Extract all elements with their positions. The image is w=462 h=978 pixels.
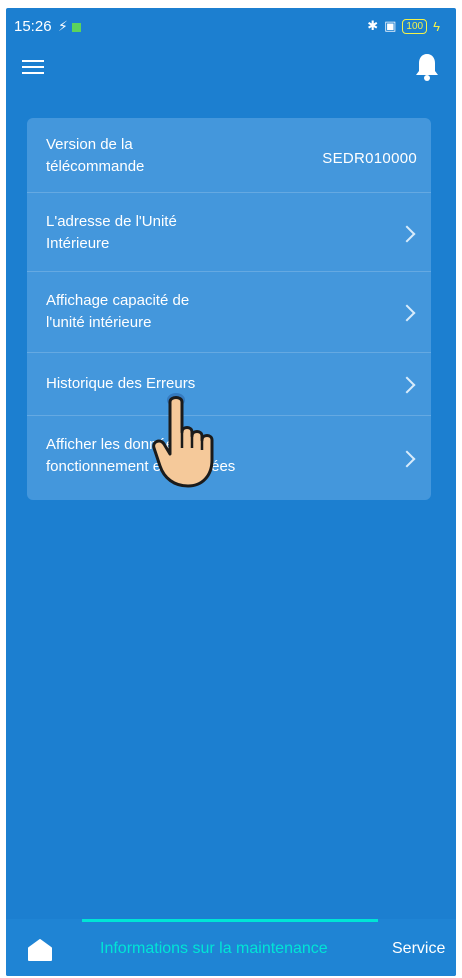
chevron-right-icon <box>398 376 416 394</box>
app-screen: 15:26 ⚡ ✱ ▣ 100 ϟ Version de la télécomm… <box>6 8 456 976</box>
list-item-operating-data[interactable]: Afficher les données de fonctionnement e… <box>27 416 431 500</box>
list-item-error-history[interactable]: Historique des Erreurs <box>27 353 431 415</box>
list-item-label: Affichage capacité de <box>46 292 190 309</box>
chevron-right-icon <box>398 450 416 468</box>
notification-icons: ⚡ <box>58 18 81 35</box>
list-item-label-line2: télécommande <box>46 158 145 175</box>
maintenance-info-list: Version de la télécommande SEDR010000 L'… <box>27 118 431 500</box>
list-item-label: L'adresse de l'Unité <box>46 213 177 230</box>
tab-maintenance-info[interactable]: Informations sur la maintenance <box>82 919 378 976</box>
list-item-label-line2: Intérieure <box>46 235 110 252</box>
list-item-label: Version de la <box>46 136 133 153</box>
app-header <box>6 42 456 92</box>
tab-service[interactable]: Service <box>392 940 445 958</box>
charging-icon: ϟ <box>433 18 440 34</box>
notification-badge-icon <box>71 22 81 32</box>
list-item-indoor-unit-address[interactable]: L'adresse de l'Unité Intérieure <box>27 193 431 271</box>
menu-icon[interactable] <box>22 60 44 76</box>
remote-version-value: SEDR010000 <box>322 150 417 167</box>
list-item-label: Historique des Erreurs <box>46 375 196 392</box>
list-item-indoor-unit-capacity[interactable]: Affichage capacité de l'unité intérieure <box>27 272 431 352</box>
list-item-remote-version: Version de la télécommande SEDR010000 <box>27 118 431 192</box>
bottom-navigation: Informations sur la maintenance Service <box>6 919 456 976</box>
chevron-right-icon <box>398 304 416 322</box>
list-item-label-line2: fonctionnement enregistrées <box>46 458 236 475</box>
list-item-label-line2: l'unité intérieure <box>46 314 152 331</box>
home-icon[interactable] <box>28 939 52 961</box>
bell-icon[interactable] <box>414 52 440 82</box>
battery-icon: 100 <box>402 18 428 34</box>
status-bar: 15:26 ⚡ ✱ ▣ 100 ϟ <box>6 8 456 42</box>
tab-label: Informations sur la maintenance <box>100 940 328 957</box>
sim-icon: ▣ <box>384 18 397 33</box>
chevron-right-icon <box>398 225 416 243</box>
status-time: 15:26 <box>14 18 52 35</box>
bluetooth-icon: ✱ <box>367 18 379 33</box>
status-right-icons: ✱ ▣ 100 ϟ <box>367 18 440 34</box>
list-item-label: Afficher les données de <box>46 436 203 453</box>
